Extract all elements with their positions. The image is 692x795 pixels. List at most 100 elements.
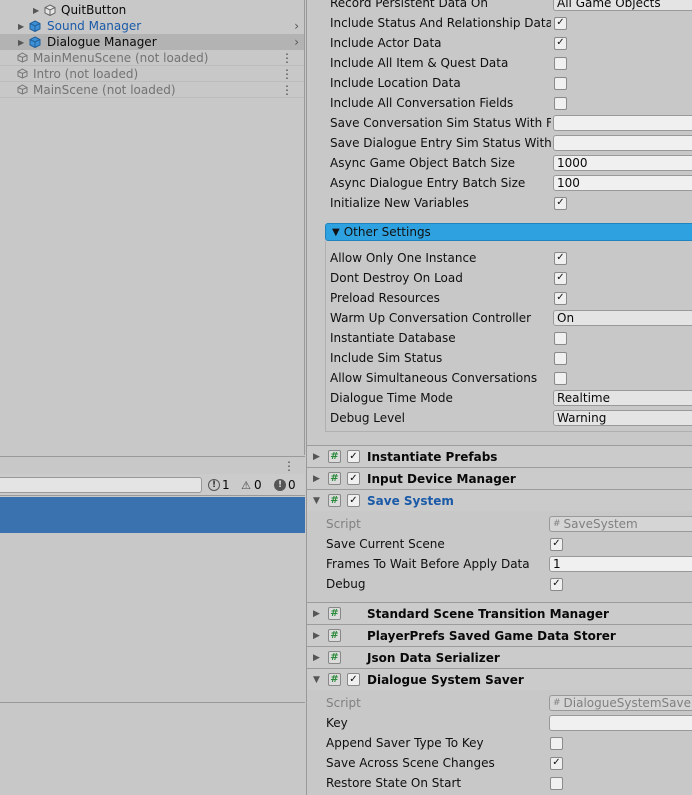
expand-arrow-icon[interactable]: ▶ — [313, 609, 320, 619]
property-label: Allow Only One Instance — [330, 251, 477, 265]
component-save-system[interactable]: ▼ # ✓ Save System — [307, 489, 692, 511]
property-label: Initialize New Variables — [330, 196, 469, 210]
component-enabled-checkbox[interactable]: ✓ — [347, 450, 360, 463]
save-conversation-sim-status-with-fiel-field[interactable] — [553, 115, 692, 131]
property-label: Warm Up Conversation Controller — [330, 311, 532, 325]
preload-resources-checkbox[interactable]: ✓ — [554, 291, 567, 305]
component-name: Json Data Serializer — [367, 650, 500, 665]
warm-up-conversation-controller-dropdown[interactable]: On — [553, 310, 692, 326]
allow-only-one-instance-checkbox[interactable]: ✓ — [554, 251, 567, 265]
component-enabled-checkbox[interactable]: ✓ — [347, 494, 360, 507]
expand-arrow-icon[interactable]: ▶ — [313, 452, 320, 462]
property-frames-to-wait-before-apply-data: Frames To Wait Before Apply Data 1 — [307, 554, 692, 574]
property-include-actor-data: Include Actor Data ✓ — [307, 33, 692, 53]
console-search-input[interactable] — [0, 477, 202, 493]
include-sim-status-checkbox[interactable] — [554, 351, 567, 365]
property-save-dialogue-entry-sim-status-with-fie: Save Dialogue Entry Sim Status With Fie — [307, 133, 692, 153]
expand-arrow-icon[interactable]: ▶ — [313, 653, 320, 663]
save-current-scene-checkbox[interactable]: ✓ — [550, 537, 563, 551]
kebab-menu-icon[interactable]: ⋮ — [283, 459, 295, 473]
property-label: Include All Item & Quest Data — [330, 56, 509, 70]
kebab-menu-icon[interactable]: ⋮ — [281, 68, 293, 80]
property-save-current-scene: Save Current Scene ✓ — [307, 534, 692, 554]
script-hash-icon: # — [328, 651, 341, 664]
hierarchy-item-sound-manager[interactable]: ▶ Sound Manager › — [0, 18, 304, 34]
hierarchy-item-quitbutton[interactable]: ▶ QuitButton — [0, 2, 304, 18]
expand-arrow-icon[interactable]: ▶ — [18, 22, 24, 31]
component-name: Standard Scene Transition Manager — [367, 606, 609, 621]
console-toolbar: ! 1 ⚠ 0 ! 0 — [0, 474, 305, 496]
expand-arrow-icon[interactable]: ▶ — [313, 474, 320, 484]
component-json-data-serializer[interactable]: ▶ # Json Data Serializer — [307, 646, 692, 668]
property-label: Save Across Scene Changes — [326, 756, 495, 770]
inspector-panel: Record Persistent Data On All Game Object… — [306, 0, 692, 795]
other-settings-foldout[interactable]: ▼ Other Settings — [325, 223, 692, 241]
frames-to-wait-before-apply-data-field[interactable]: 1 — [549, 556, 692, 572]
property-label: Script — [326, 696, 361, 710]
hierarchy-scene-mainmenu[interactable]: MainMenuScene (not loaded) ⋮ — [0, 50, 304, 66]
component-playerprefs-saved-game-data-storer[interactable]: ▶ # PlayerPrefs Saved Game Data Storer — [307, 624, 692, 646]
include-location-data-checkbox[interactable] — [554, 76, 567, 90]
property-allow-simultaneous-conversations: Allow Simultaneous Conversations — [307, 368, 692, 388]
collapse-arrow-icon[interactable]: ▼ — [313, 675, 320, 685]
component-input-device-manager[interactable]: ▶ # ✓ Input Device Manager — [307, 467, 692, 489]
collapse-arrow-icon[interactable]: ▼ — [313, 496, 320, 506]
expand-arrow-icon[interactable]: ▶ — [313, 631, 320, 641]
hierarchy-scene-intro[interactable]: Intro (not loaded) ⋮ — [0, 66, 304, 82]
hierarchy-item-label: QuitButton — [61, 3, 127, 17]
component-instantiate-prefabs[interactable]: ▶ # ✓ Instantiate Prefabs — [307, 445, 692, 467]
initialize-new-variables-checkbox[interactable]: ✓ — [554, 196, 567, 210]
error-count-toggle[interactable]: ! 0 — [274, 477, 296, 493]
console-selected-entry[interactable] — [0, 497, 305, 533]
script-hash-icon: # — [328, 629, 341, 642]
hierarchy-scene-main[interactable]: MainScene (not loaded) ⋮ — [0, 82, 304, 98]
script-hash-icon: # — [328, 450, 341, 463]
key-field[interactable] — [549, 715, 692, 731]
unity-scene-icon — [17, 52, 28, 63]
debug-level-dropdown[interactable]: Warning — [553, 410, 692, 426]
async-game-object-batch-size-field[interactable]: 1000 — [553, 155, 692, 171]
save-across-scene-changes-checkbox[interactable]: ✓ — [550, 756, 563, 770]
save-dialogue-entry-sim-status-with-fie-field[interactable] — [553, 135, 692, 151]
dont-destroy-on-load-checkbox[interactable]: ✓ — [554, 271, 567, 285]
allow-simultaneous-conversations-checkbox[interactable] — [554, 371, 567, 385]
component-standard-scene-transition-manager[interactable]: ▶ # Standard Scene Transition Manager — [307, 602, 692, 624]
property-record-persistent-data-on: Record Persistent Data On All Game Object… — [307, 0, 692, 13]
component-enabled-checkbox[interactable]: ✓ — [347, 472, 360, 485]
chevron-right-icon[interactable]: › — [294, 19, 299, 33]
debug-checkbox[interactable]: ✓ — [550, 577, 563, 591]
chevron-right-icon[interactable]: › — [294, 35, 299, 49]
async-dialogue-entry-batch-size-field[interactable]: 100 — [553, 175, 692, 191]
property-label: Save Conversation Sim Status With Fiel — [330, 116, 551, 130]
instantiate-database-checkbox[interactable] — [554, 331, 567, 345]
script-script-field: # DialogueSystemSaver — [549, 695, 692, 711]
info-count-toggle[interactable]: ! 1 — [208, 477, 230, 493]
include-all-item-quest-data-checkbox[interactable] — [554, 56, 567, 70]
error-count: 0 — [288, 478, 296, 492]
kebab-menu-icon[interactable]: ⋮ — [281, 52, 293, 64]
kebab-menu-icon[interactable]: ⋮ — [281, 84, 293, 96]
property-label: Allow Simultaneous Conversations — [330, 371, 538, 385]
record-persistent-data-on-dropdown[interactable]: All Game Objects — [553, 0, 692, 11]
include-actor-data-checkbox[interactable]: ✓ — [554, 36, 567, 50]
warning-count-toggle[interactable]: ⚠ 0 — [240, 477, 262, 493]
append-saver-type-to-key-checkbox[interactable] — [550, 736, 563, 750]
include-status-and-relationship-data-checkbox[interactable]: ✓ — [554, 16, 567, 30]
property-warm-up-conversation-controller: Warm Up Conversation Controller On — [307, 308, 692, 328]
expand-arrow-icon[interactable]: ▶ — [18, 38, 24, 47]
component-dialogue-system-saver[interactable]: ▼ # ✓ Dialogue System Saver — [307, 668, 692, 690]
foldout-open-icon: ▼ — [332, 226, 340, 238]
expand-arrow-icon[interactable]: ▶ — [33, 6, 39, 15]
component-enabled-checkbox[interactable]: ✓ — [347, 673, 360, 686]
property-label: Debug Level — [330, 411, 405, 425]
include-all-conversation-fields-checkbox[interactable] — [554, 96, 567, 110]
error-icon: ! — [274, 479, 286, 491]
dialogue-time-mode-dropdown[interactable]: Realtime — [553, 390, 692, 406]
component-name: Instantiate Prefabs — [367, 449, 498, 464]
property-label: Include Actor Data — [330, 36, 442, 50]
hierarchy-item-dialogue-manager[interactable]: ▶ Dialogue Manager › — [0, 34, 304, 50]
property-label: Key — [326, 716, 348, 730]
restore-state-on-start-checkbox[interactable] — [550, 776, 563, 790]
component-name: Dialogue System Saver — [367, 672, 524, 687]
property-include-location-data: Include Location Data — [307, 73, 692, 93]
